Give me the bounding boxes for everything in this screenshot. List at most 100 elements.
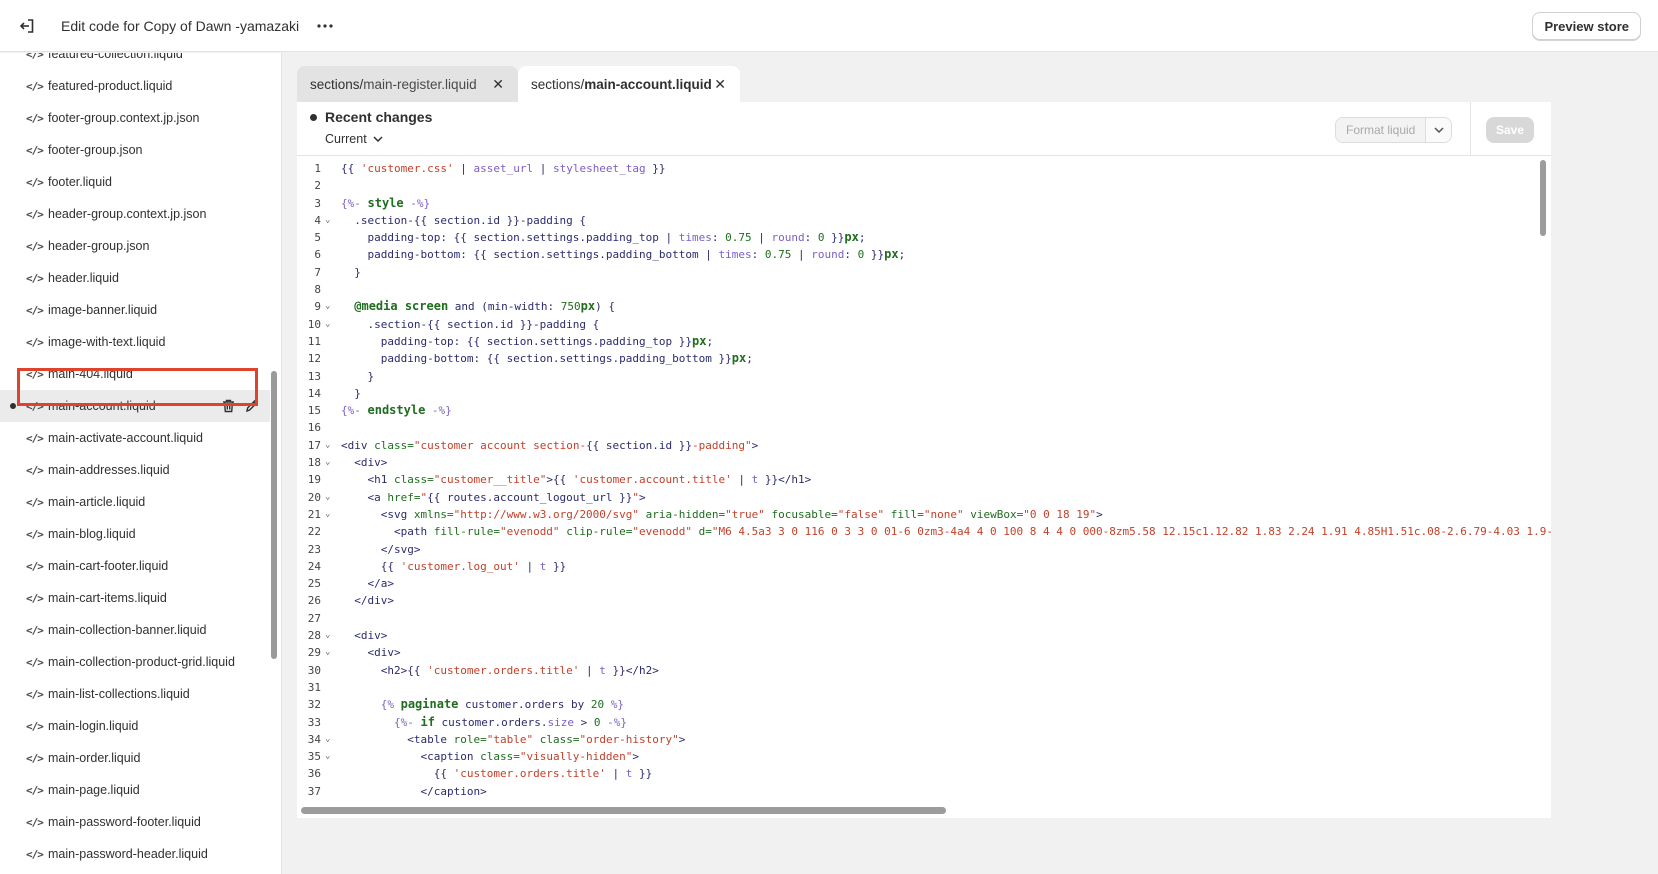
code-line[interactable]: 23 </svg>	[297, 541, 1537, 558]
code-line[interactable]: 36 {{ 'customer.orders.title' | t }}	[297, 765, 1537, 782]
code-line[interactable]: 27	[297, 610, 1537, 627]
exit-button[interactable]	[13, 12, 41, 40]
code-line[interactable]: 6 padding-bottom: {{ section.settings.pa…	[297, 246, 1537, 263]
fold-chevron-icon[interactable]: ⌄	[325, 506, 330, 523]
code-line[interactable]: 32 {% paginate customer.orders by 20 %}	[297, 696, 1537, 713]
code-token: </a>	[341, 577, 394, 591]
file-item[interactable]: </> header-group.json	[0, 230, 270, 262]
code-line[interactable]: 21 ⌄ <svg xmlns="http://www.w3.org/2000/s…	[297, 506, 1537, 523]
file-item[interactable]: </> main-order.liquid	[0, 742, 270, 774]
file-item[interactable]: </> main-list-collections.liquid	[0, 678, 270, 710]
code-line[interactable]: 26 </div>	[297, 592, 1537, 609]
file-item[interactable]: </> main-blog.liquid	[0, 518, 270, 550]
editor-vertical-scrollbar[interactable]	[1540, 160, 1546, 236]
code-line[interactable]: 2	[297, 177, 1537, 194]
fold-chevron-icon[interactable]: ⌄	[325, 731, 330, 748]
file-item[interactable]: </> image-banner.liquid	[0, 294, 270, 326]
fold-chevron-icon[interactable]: ⌄	[325, 489, 330, 506]
version-select[interactable]: Current	[325, 132, 383, 146]
file-item[interactable]: </> main-page.liquid	[0, 774, 270, 806]
file-item[interactable]: </> image-with-text.liquid	[0, 326, 270, 358]
file-item[interactable]: </> header.liquid	[0, 262, 270, 294]
code-line[interactable]: 12 padding-bottom: {{ section.settings.p…	[297, 350, 1537, 367]
fold-chevron-icon[interactable]: ⌄	[325, 316, 330, 333]
code-line[interactable]: 33 {%- if customer.orders.size > 0 -%}	[297, 714, 1537, 731]
file-item[interactable]: </> featured-product.liquid	[0, 70, 270, 102]
close-icon[interactable]: ✕	[492, 76, 504, 93]
code-line[interactable]: 34 ⌄ <table role="table" class="order-his…	[297, 731, 1537, 748]
code-line[interactable]: 24 {{ 'customer.log_out' | t }}	[297, 558, 1537, 575]
fold-chevron-icon[interactable]: ⌄	[325, 298, 330, 315]
file-item[interactable]: </> main-collection-product-grid.liquid	[0, 646, 270, 678]
code-text: }	[341, 385, 361, 402]
fold-chevron-icon[interactable]: ⌄	[325, 748, 330, 765]
code-line[interactable]: 20 ⌄ <a href="{{ routes.account_logout_ur…	[297, 489, 1537, 506]
code-line[interactable]: 10 ⌄ .section-{{ section.id }}-padding {	[297, 316, 1537, 333]
save-button[interactable]: Save	[1486, 117, 1534, 143]
delete-icon[interactable]	[220, 397, 236, 415]
code-line[interactable]: 13 }	[297, 368, 1537, 385]
tab-main-account[interactable]: sections/main-account.liquid ✕	[518, 66, 740, 102]
file-item[interactable]: </> featured-collection.liquid	[0, 53, 270, 70]
code-line[interactable]: 31	[297, 679, 1537, 696]
file-item[interactable]: </> main-article.liquid	[0, 486, 270, 518]
file-item[interactable]: </> main-account.liquid	[0, 390, 270, 422]
sidebar-scrollbar[interactable]	[271, 371, 277, 659]
file-item[interactable]: </> footer-group.json	[0, 134, 270, 166]
file-item[interactable]: </> footer.liquid	[0, 166, 270, 198]
code-token: .section-{{	[341, 213, 434, 227]
code-editor[interactable]: 1 {{ 'customer.css' | asset_url | stylesh…	[297, 160, 1551, 800]
code-line[interactable]: 25 </a>	[297, 575, 1537, 592]
code-line[interactable]: 37 </caption>	[297, 783, 1537, 800]
fold-chevron-icon[interactable]: ⌄	[325, 644, 330, 661]
file-item[interactable]: </> main-password-footer.liquid	[0, 806, 270, 838]
file-item[interactable]: </> main-404.liquid	[0, 358, 270, 390]
file-item[interactable]: </> main-password-header.liquid	[0, 838, 270, 870]
file-item[interactable]: </> main-collection-banner.liquid	[0, 614, 270, 646]
fold-chevron-icon[interactable]: ⌄	[325, 454, 330, 471]
fold-chevron-icon[interactable]: ⌄	[325, 437, 330, 454]
code-line[interactable]: 30 <h2>{{ 'customer.orders.title' | t }}…	[297, 662, 1537, 679]
code-line[interactable]: 16	[297, 419, 1537, 436]
fold-chevron-icon[interactable]: ⌄	[325, 627, 330, 644]
file-item[interactable]: </> main-login.liquid	[0, 710, 270, 742]
code-line[interactable]: 19 <h1 class="customer__title">{{ 'custo…	[297, 471, 1537, 488]
code-line[interactable]: 29 ⌄ <div>	[297, 644, 1537, 661]
code-line[interactable]: 22 <path fill-rule="evenodd" clip-rule="…	[297, 523, 1551, 540]
code-line[interactable]: 1 {{ 'customer.css' | asset_url | stylesh…	[297, 160, 1537, 177]
file-item[interactable]: </> header-group.context.jp.json	[0, 198, 270, 230]
tab-main-register[interactable]: sections/main-register.liquid ✕	[297, 66, 518, 102]
recent-changes-title: Recent changes	[325, 109, 433, 125]
file-item[interactable]: </> footer-group.context.jp.json	[0, 102, 270, 134]
code-line[interactable]: 5 padding-top: {{ section.settings.paddi…	[297, 229, 1537, 246]
code-line[interactable]: 9 ⌄ @media screen and (min-width: 750px) …	[297, 298, 1537, 315]
file-item[interactable]: </> main-cart-items.liquid	[0, 582, 270, 614]
code-line[interactable]: 7 }	[297, 264, 1537, 281]
format-options-button[interactable]	[1425, 118, 1452, 142]
close-icon[interactable]: ✕	[714, 76, 726, 93]
code-line[interactable]: 11 padding-top: {{ section.settings.padd…	[297, 333, 1537, 350]
file-item[interactable]: </> main-activate-account.liquid	[0, 422, 270, 454]
code-line[interactable]: 8	[297, 281, 1537, 298]
code-line[interactable]: 28 ⌄ <div>	[297, 627, 1537, 644]
editor-horizontal-scrollbar[interactable]	[301, 807, 946, 814]
preview-store-button[interactable]: Preview store	[1532, 12, 1641, 40]
code-line[interactable]: 14 }	[297, 385, 1537, 402]
code-token: %}	[604, 698, 624, 712]
file-item[interactable]: </> main-cart-footer.liquid	[0, 550, 270, 582]
code-line[interactable]: 4 ⌄ .section-{{ section.id }}-padding {	[297, 212, 1537, 229]
rename-icon[interactable]	[244, 397, 260, 415]
code-line[interactable]: 17 ⌄ <div class="customer account section-…	[297, 437, 1537, 454]
code-line[interactable]: 18 ⌄ <div>	[297, 454, 1537, 471]
tab-path: sections/main-register.liquid	[310, 76, 477, 92]
code-line[interactable]: 35 ⌄ <caption class="visually-hidden">	[297, 748, 1537, 765]
file-item[interactable]: </> main-addresses.liquid	[0, 454, 270, 486]
more-actions-button[interactable]	[311, 12, 339, 40]
line-number: 28	[307, 629, 321, 643]
code-token: </svg>	[341, 542, 421, 556]
code-line[interactable]: 3 {%- style -%}	[297, 195, 1537, 212]
format-liquid-button[interactable]: Format liquid	[1336, 118, 1426, 142]
fold-chevron-icon[interactable]: ⌄	[325, 212, 330, 229]
code-text: {{ 'customer.log_out' | t }}	[341, 558, 566, 575]
code-line[interactable]: 15 {%- endstyle -%}	[297, 402, 1537, 419]
